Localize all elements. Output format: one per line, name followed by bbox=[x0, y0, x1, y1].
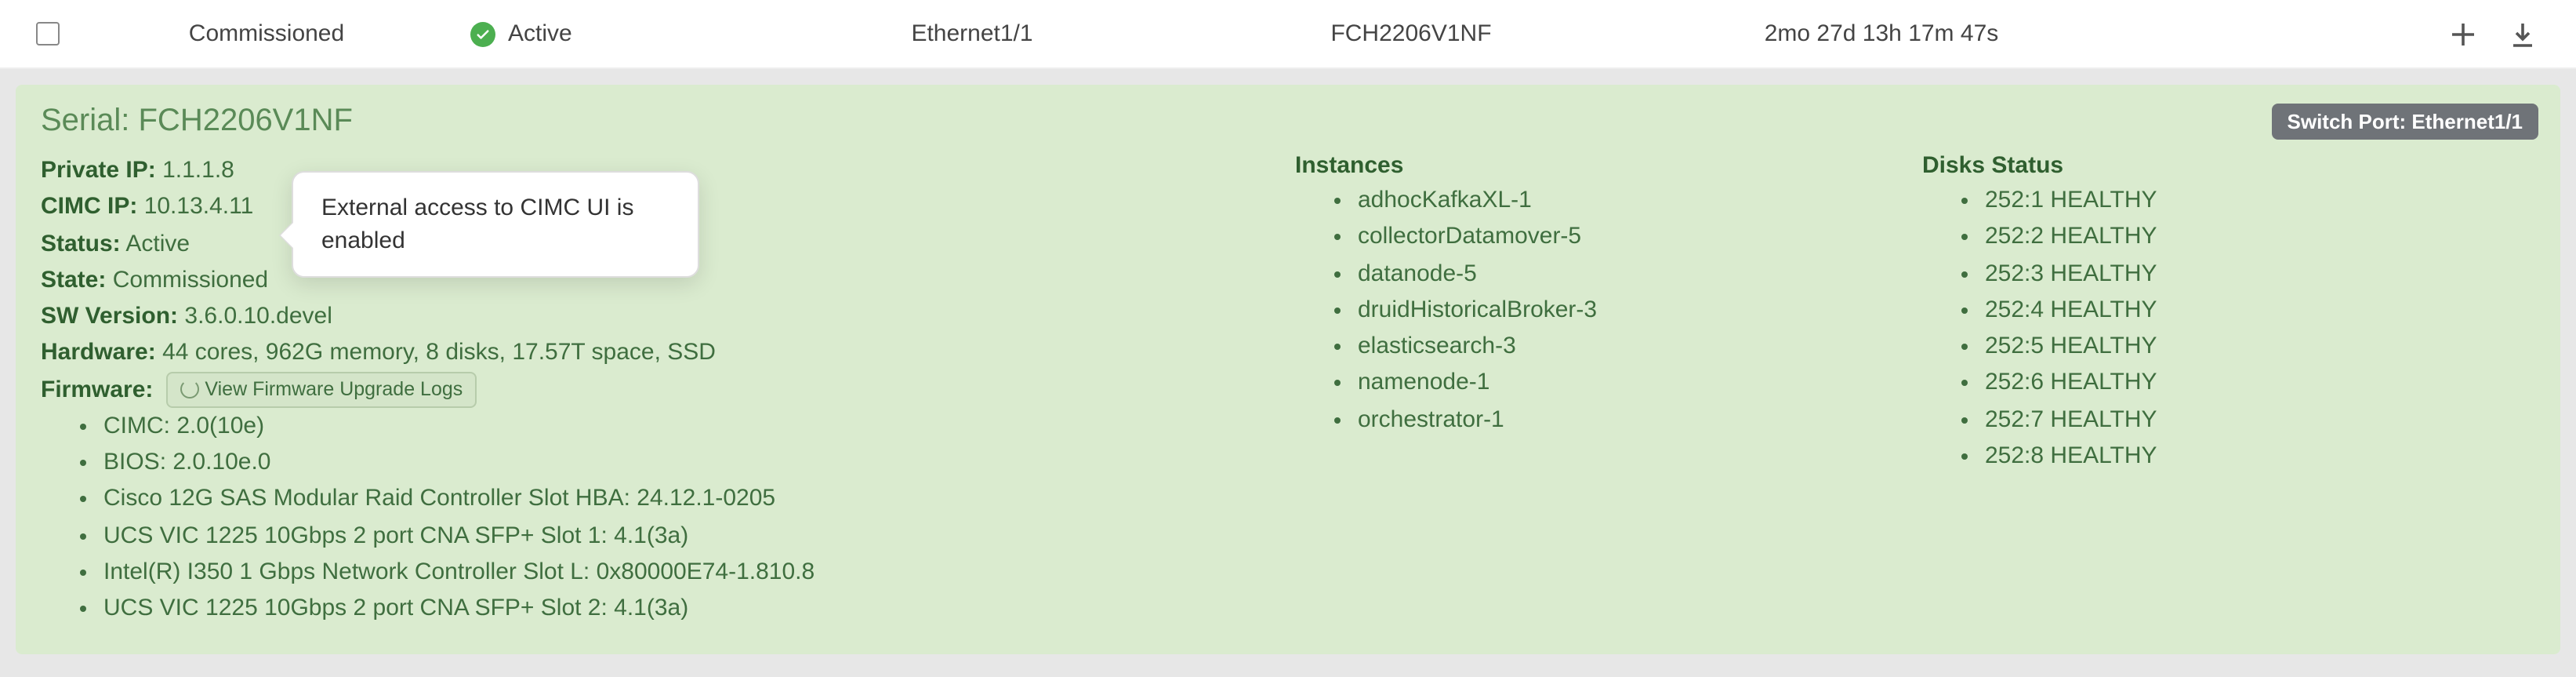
cell-serial: FCH2206V1NF bbox=[1176, 20, 1646, 47]
kv-label: Hardware: bbox=[41, 340, 156, 366]
kv-label: Firmware: bbox=[41, 371, 153, 408]
disk-item: 252:2 HEALTHY bbox=[1985, 219, 2487, 256]
kv-label: Status: bbox=[41, 230, 121, 257]
kv-value: Commissioned bbox=[113, 267, 268, 293]
disks-column: Disks Status 252:1 HEALTHY252:2 HEALTHY2… bbox=[1922, 152, 2487, 627]
instance-item: elasticsearch-3 bbox=[1358, 328, 1859, 365]
instance-item: namenode-1 bbox=[1358, 365, 1859, 402]
kv-value: 44 cores, 962G memory, 8 disks, 17.57T s… bbox=[162, 340, 716, 366]
kv-hardware: Hardware: 44 cores, 962G memory, 8 disks… bbox=[41, 335, 1232, 372]
kv-value: 1.1.1.8 bbox=[162, 157, 234, 184]
disk-item: 252:3 HEALTHY bbox=[1985, 255, 2487, 292]
kv-label: Private IP: bbox=[41, 157, 156, 184]
instance-item: adhocKafkaXL-1 bbox=[1358, 182, 1859, 219]
disk-item: 252:6 HEALTHY bbox=[1985, 365, 2487, 402]
kv-value: 3.6.0.10.devel bbox=[184, 303, 332, 329]
firmware-item: UCS VIC 1225 10Gbps 2 port CNA SFP+ Slot… bbox=[103, 590, 1232, 627]
disk-item: 252:8 HEALTHY bbox=[1985, 438, 2487, 475]
cell-status: Active bbox=[455, 20, 768, 47]
instances-heading: Instances bbox=[1295, 152, 1859, 179]
firmware-list: CIMC: 2.0(10e)BIOS: 2.0.10e.0Cisco 12G S… bbox=[41, 408, 1232, 627]
instance-item: druidHistoricalBroker-3 bbox=[1358, 292, 1859, 329]
cell-state: Commissioned bbox=[78, 20, 455, 47]
switch-port-badge: Switch Port: Ethernet1/1 bbox=[2272, 104, 2539, 140]
row-checkbox-cell[interactable] bbox=[16, 22, 78, 45]
status-label: Active bbox=[508, 20, 572, 47]
row-actions bbox=[2447, 18, 2560, 49]
panel-serial-title: Serial: FCH2206V1NF bbox=[41, 104, 2535, 140]
cell-uptime: 2mo 27d 13h 17m 47s bbox=[1646, 20, 2117, 47]
view-firmware-logs-button[interactable]: View Firmware Upgrade Logs bbox=[165, 371, 477, 408]
kv-value: 10.13.4.11 bbox=[144, 194, 254, 220]
disk-item: 252:5 HEALTHY bbox=[1985, 328, 2487, 365]
kv-label: CIMC IP: bbox=[41, 194, 137, 220]
disk-item: 252:4 HEALTHY bbox=[1985, 292, 2487, 329]
firmware-item: BIOS: 2.0.10e.0 bbox=[103, 444, 1232, 481]
firmware-item: CIMC: 2.0(10e) bbox=[103, 408, 1232, 445]
instance-item: datanode-5 bbox=[1358, 255, 1859, 292]
cimc-tooltip: External access to CIMC UI is enabled bbox=[292, 171, 699, 278]
cell-interface: Ethernet1/1 bbox=[768, 20, 1176, 47]
kv-firmware: Firmware: View Firmware Upgrade Logs bbox=[41, 371, 1232, 408]
kv-sw-version: SW Version: 3.6.0.10.devel bbox=[41, 298, 1232, 335]
kv-label: SW Version: bbox=[41, 303, 178, 329]
detail-panel-wrap: Serial: FCH2206V1NF Switch Port: Etherne… bbox=[0, 69, 2576, 677]
download-button[interactable] bbox=[2507, 18, 2538, 49]
add-button[interactable] bbox=[2447, 18, 2479, 49]
detail-panel: Serial: FCH2206V1NF Switch Port: Etherne… bbox=[16, 85, 2560, 655]
firmware-item: UCS VIC 1225 10Gbps 2 port CNA SFP+ Slot… bbox=[103, 517, 1232, 554]
disk-item: 252:7 HEALTHY bbox=[1985, 401, 2487, 438]
tooltip-text: External access to CIMC UI is enabled bbox=[321, 195, 633, 254]
kv-label: State: bbox=[41, 267, 106, 293]
firmware-item: Intel(R) I350 1 Gbps Network Controller … bbox=[103, 554, 1232, 591]
instances-column: Instances adhocKafkaXL-1collectorDatamov… bbox=[1295, 152, 1859, 627]
kv-value: Active bbox=[125, 230, 190, 257]
instances-list: adhocKafkaXL-1collectorDatamover-5datano… bbox=[1295, 182, 1859, 438]
fw-btn-label: View Firmware Upgrade Logs bbox=[205, 374, 463, 405]
instance-item: orchestrator-1 bbox=[1358, 401, 1859, 438]
disks-heading: Disks Status bbox=[1922, 152, 2487, 179]
disks-list: 252:1 HEALTHY252:2 HEALTHY252:3 HEALTHY2… bbox=[1922, 182, 2487, 474]
status-ok-icon bbox=[470, 21, 495, 46]
spinner-icon bbox=[180, 380, 198, 399]
firmware-item: Cisco 12G SAS Modular Raid Controller Sl… bbox=[103, 481, 1232, 518]
disk-item: 252:1 HEALTHY bbox=[1985, 182, 2487, 219]
table-row[interactable]: Commissioned Active Ethernet1/1 FCH2206V… bbox=[0, 0, 2576, 69]
details-column: External access to CIMC UI is enabled Pr… bbox=[41, 152, 1232, 627]
instance-item: collectorDatamover-5 bbox=[1358, 219, 1859, 256]
checkbox-icon[interactable] bbox=[35, 22, 59, 45]
